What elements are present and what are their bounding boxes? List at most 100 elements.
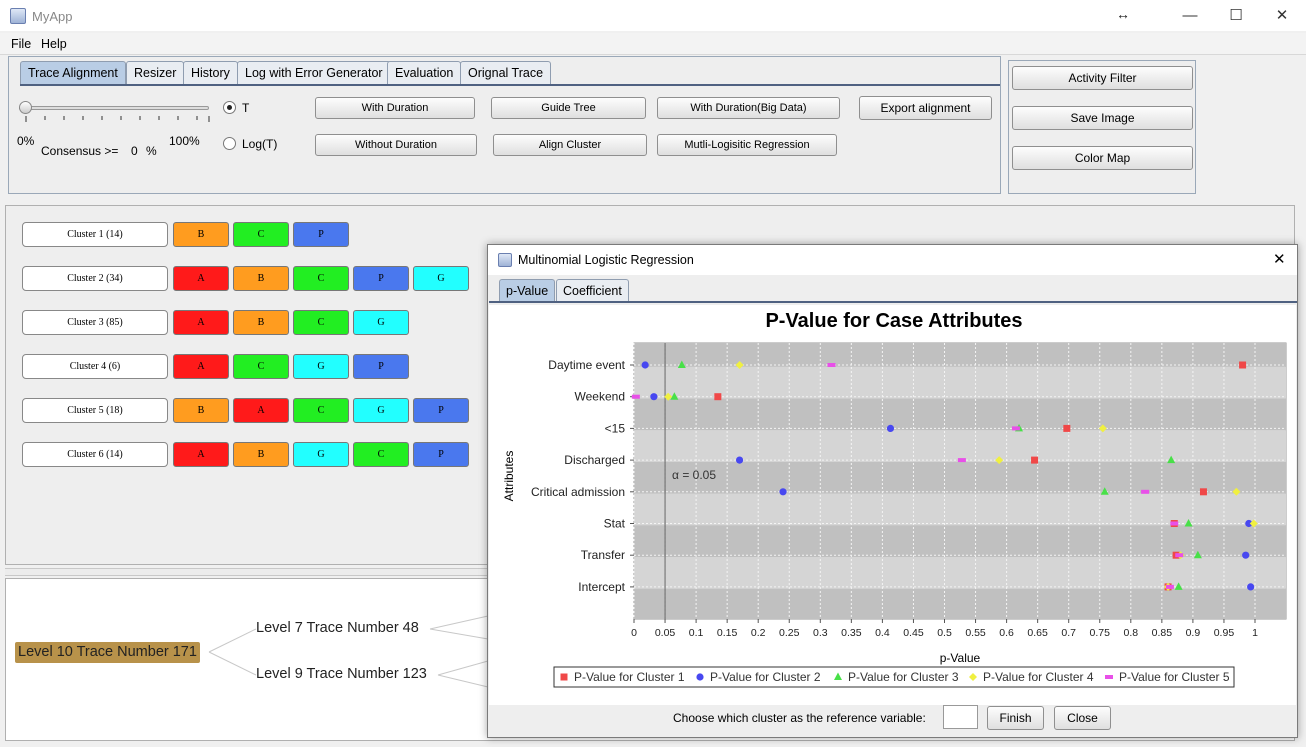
data-point (1247, 583, 1255, 591)
legend-label: P-Value for Cluster 5 (1119, 670, 1230, 684)
x-tick-label: 0.45 (903, 627, 924, 639)
tree-root-node[interactable]: Level 10 Trace Number 171 (15, 642, 200, 663)
slider-min-label: 0% (17, 134, 35, 148)
activity-filter-button[interactable]: Activity Filter (1012, 66, 1193, 90)
export-alignment-button[interactable]: Export alignment (859, 96, 992, 120)
cluster-label[interactable]: Cluster 4 (6) (22, 354, 168, 379)
reference-input[interactable] (943, 705, 978, 729)
minimize-button[interactable]: — (1167, 0, 1213, 32)
activity-block[interactable]: P (413, 398, 469, 423)
row-band (634, 461, 1286, 494)
tab-log-error-generator[interactable]: Log with Error Generator (237, 61, 391, 85)
guide-tree-button[interactable]: Guide Tree (491, 97, 646, 119)
activity-block[interactable]: C (293, 266, 349, 291)
save-image-button[interactable]: Save Image (1012, 106, 1193, 130)
cluster-label[interactable]: Cluster 1 (14) (22, 222, 168, 247)
cluster-label[interactable]: Cluster 6 (14) (22, 442, 168, 467)
with-duration-big-data-button[interactable]: With Duration(Big Data) (657, 97, 840, 119)
activity-block[interactable]: P (293, 222, 349, 247)
finish-button[interactable]: Finish (987, 706, 1044, 730)
activity-block[interactable]: G (293, 442, 349, 467)
y-tick-label: <15 (605, 421, 626, 435)
multi-logistic-regression-button[interactable]: Mutli-Logisitic Regression (657, 134, 837, 156)
activity-block[interactable]: B (233, 442, 289, 467)
close-window-button[interactable]: ✕ (1259, 0, 1305, 32)
align-cluster-button[interactable]: Align Cluster (493, 134, 647, 156)
tab-resizer[interactable]: Resizer (126, 61, 185, 85)
maximize-button[interactable]: ☐ (1213, 0, 1259, 32)
data-point (650, 393, 658, 401)
app-icon (10, 8, 26, 24)
activity-block[interactable]: A (173, 354, 229, 379)
x-tick-label: 0.4 (875, 627, 890, 639)
x-tick-label: 0.8 (1123, 627, 1138, 639)
data-point (1170, 521, 1179, 526)
activity-block[interactable]: C (353, 442, 409, 467)
resize-cursor-icon: ↔ (1116, 6, 1130, 22)
row-band (634, 398, 1286, 431)
tab-coefficient[interactable]: Coefficient (556, 279, 629, 302)
activity-block[interactable]: B (233, 310, 289, 335)
slider-thumb[interactable] (19, 101, 32, 114)
activity-block[interactable]: G (293, 354, 349, 379)
x-tick-label: 0.9 (1186, 627, 1201, 639)
legend-marker (696, 673, 704, 681)
dialog-close-icon[interactable]: ✕ (1273, 250, 1286, 268)
y-axis-label: Attributes (502, 451, 516, 502)
data-point (1175, 553, 1184, 558)
without-duration-button[interactable]: Without Duration (315, 134, 477, 156)
activity-block[interactable]: B (233, 266, 289, 291)
menu-file[interactable]: File (11, 37, 31, 51)
radio-t[interactable] (223, 101, 236, 114)
cluster-label[interactable]: Cluster 5 (18) (22, 398, 168, 423)
close-button[interactable]: Close (1054, 706, 1111, 730)
activity-block[interactable]: P (353, 354, 409, 379)
data-point (1199, 488, 1207, 496)
tab-underline (20, 84, 1000, 86)
activity-block[interactable]: A (173, 442, 229, 467)
x-tick-label: 0.1 (689, 627, 704, 639)
activity-block[interactable]: C (233, 222, 289, 247)
activity-block[interactable]: A (233, 398, 289, 423)
x-tick-label: 0 (631, 627, 637, 639)
with-duration-button[interactable]: With Duration (315, 97, 475, 119)
activity-block[interactable]: G (413, 266, 469, 291)
tab-history[interactable]: History (183, 61, 238, 85)
y-tick-label: Intercept (578, 580, 625, 594)
activity-block[interactable]: B (173, 222, 229, 247)
row-band (634, 557, 1286, 589)
activity-block[interactable]: C (293, 310, 349, 335)
chart-title: P-Value for Case Attributes (765, 310, 1022, 332)
y-tick-label: Weekend (575, 390, 625, 404)
activity-block[interactable]: A (173, 310, 229, 335)
consensus-slider[interactable] (17, 101, 211, 122)
radio-logt[interactable] (223, 137, 236, 150)
menu-bar: File Help (0, 33, 1306, 55)
tree-node-level7[interactable]: Level 7 Trace Number 48 (256, 620, 419, 636)
activity-block[interactable]: A (173, 266, 229, 291)
activity-block[interactable]: C (233, 354, 289, 379)
x-tick-label: 0.7 (1061, 627, 1076, 639)
activity-block[interactable]: B (173, 398, 229, 423)
row-band (634, 588, 1286, 619)
data-point (631, 394, 640, 399)
menu-help[interactable]: Help (41, 37, 67, 51)
x-tick-label: 0.25 (779, 627, 800, 639)
data-point (1165, 584, 1174, 589)
row-band (634, 430, 1286, 462)
reference-label: Choose which cluster as the reference va… (673, 711, 926, 725)
activity-block[interactable]: P (413, 442, 469, 467)
radio-t-label: T (242, 101, 250, 115)
activity-block[interactable]: P (353, 266, 409, 291)
tree-node-level9[interactable]: Level 9 Trace Number 123 (256, 666, 427, 682)
activity-block[interactable]: C (293, 398, 349, 423)
activity-block[interactable]: G (353, 310, 409, 335)
cluster-label[interactable]: Cluster 3 (85) (22, 310, 168, 335)
activity-block[interactable]: G (353, 398, 409, 423)
tab-p-value[interactable]: p-Value (499, 279, 556, 302)
tab-trace-alignment[interactable]: Trace Alignment (20, 61, 126, 85)
tab-evaluation[interactable]: Evaluation (387, 61, 462, 85)
tab-original-trace[interactable]: Orignal Trace (460, 61, 552, 85)
color-map-button[interactable]: Color Map (1012, 146, 1193, 170)
cluster-label[interactable]: Cluster 2 (34) (22, 266, 168, 291)
